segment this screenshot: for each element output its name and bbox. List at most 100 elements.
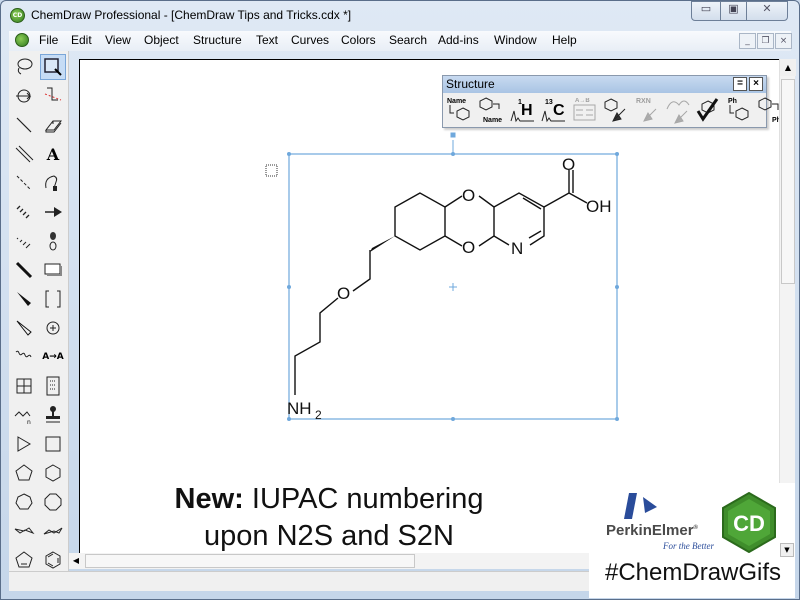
perkinelmer-tagline: For the Better [663,541,714,551]
structure-palette[interactable]: Structure = × Name Name 1H 13 C A→B RXN … [442,75,781,128]
circle-plus-icon [46,321,60,335]
clean-up-biopolymer-button[interactable] [663,95,692,125]
vertical-scroll-thumb[interactable] [781,79,795,284]
structure-to-name-button[interactable]: Name [477,95,506,125]
lasso-icon [17,58,33,75]
chair-1-tool[interactable] [11,518,37,544]
structure-palette-title-bar[interactable]: Structure = × [443,76,766,93]
brackets-tool[interactable] [40,286,66,312]
svg-text:CD: CD [733,511,765,536]
structure-perspective-tool[interactable] [11,83,37,109]
lasso-tool[interactable] [11,54,37,80]
clean-up-reaction-button[interactable]: RXN [632,95,661,125]
orbital-tool[interactable] [40,228,66,254]
eraser-icon [44,120,63,133]
pen-tool[interactable] [40,170,66,196]
chain-tool[interactable]: n [11,402,37,428]
svg-text:n: n [27,419,31,426]
menu-edit[interactable]: Edit [71,33,92,47]
solid-bond-tool[interactable] [11,112,37,138]
menu-window[interactable]: Window [494,33,537,47]
doc-minimize-button[interactable]: _ [739,33,756,49]
minimize-button[interactable]: ▭ [691,1,721,21]
doc-close-button[interactable]: × [775,33,792,49]
menu-curves[interactable]: Curves [291,33,329,47]
caption-line-2: upon N2S and S2N [204,520,454,552]
templates-tool[interactable] [40,402,66,428]
hashed-wedge-tool[interactable] [11,228,37,254]
chair-2-tool[interactable] [40,518,66,544]
horizontal-scroll-thumb[interactable] [85,554,415,568]
structure-tools: Name Name 1H 13 C A→B RXN Ph Ph [446,95,785,127]
hollow-wedge-tool[interactable] [11,315,37,341]
palette-close-button[interactable]: × [749,77,763,91]
document-icon[interactable] [15,33,29,47]
drawing-canvas[interactable]: O O N O OH O NH 2 [79,59,779,553]
cyclopentane-tool[interactable] [11,460,37,486]
molecule-drawing[interactable]: O O N O OH O NH 2 [80,60,780,554]
clean-reaction-icon: RXN [636,98,657,122]
check-structure-button[interactable] [694,95,723,125]
single-bond-icon [16,117,32,133]
cyclooctane-tool[interactable] [40,489,66,515]
horizontal-scrollbar[interactable]: ◀ [69,553,589,569]
reaction-table-button[interactable]: A→B [570,95,599,125]
marquee-tool[interactable] [40,54,66,80]
menu-structure[interactable]: Structure [193,33,242,47]
expand-label-button[interactable]: Ph [725,95,754,125]
scroll-up-button[interactable]: ▲ [780,59,796,76]
cycloheptane-tool[interactable] [11,489,37,515]
chair-conformation-alt-icon [43,527,63,535]
wavy-bond-tool[interactable] [11,344,37,370]
tlc-plate-tool[interactable] [40,373,66,399]
hashed-bond-tool[interactable] [11,199,37,225]
name-to-structure-button[interactable]: Name [446,95,475,125]
menu-object[interactable]: Object [144,33,179,47]
perkinelmer-logo-icon [624,493,657,519]
dashed-bond-icon [16,175,32,191]
scroll-left-button[interactable]: ◀ [69,553,83,569]
clean-structure-icon [604,98,626,122]
vertical-scrollbar[interactable]: ▲ [779,59,796,553]
scroll-down-button[interactable]: ▼ [780,543,794,557]
menu-text[interactable]: Text [256,33,278,47]
cyclobutane-tool[interactable] [40,431,66,457]
multiple-bond-tool[interactable] [11,141,37,167]
maximize-button[interactable]: ▣ [720,1,747,21]
palette-options-button[interactable]: = [733,77,747,91]
chemical-symbols-tool[interactable] [40,315,66,341]
eraser-tool[interactable] [40,112,66,138]
text-tool[interactable]: A [40,141,66,167]
arrow-tool[interactable] [40,199,66,225]
atom-n-pyridine: N [511,239,523,258]
wedge-bond-tool[interactable] [11,286,37,312]
app-window: CD ChemDraw Professional - [ChemDraw Tip… [0,0,800,600]
close-button[interactable]: ✕ [746,1,788,21]
selection-box[interactable] [288,132,618,420]
cyclopentadiene-tool[interactable] [11,547,37,573]
cyclohexane-tool[interactable] [40,460,66,486]
clean-up-structure-button[interactable] [601,95,630,125]
menu-view[interactable]: View [105,33,131,47]
benzene-tool[interactable] [40,547,66,573]
mass-fragmentation-tool[interactable] [40,83,66,109]
atom-map-tool[interactable]: A→A [40,344,66,370]
predict-13c-nmr-button[interactable]: 13 C [539,95,568,125]
table-tool[interactable] [11,373,37,399]
chemdraw-app-icon[interactable]: CD [10,8,25,23]
menu-add-ins[interactable]: Add-ins [438,33,479,47]
predict-1h-nmr-button[interactable]: 1H [508,95,537,125]
drawing-elements-tool[interactable] [40,257,66,283]
menu-help[interactable]: Help [552,33,577,47]
hashed-bond-icon [16,205,30,219]
menu-colors[interactable]: Colors [341,33,376,47]
wavy-bond-icon [15,350,32,358]
menu-search[interactable]: Search [389,33,427,47]
menu-file[interactable]: File [39,33,58,47]
bold-bond-tool[interactable] [11,257,37,283]
dashed-bond-tool[interactable] [11,170,37,196]
perkinelmer-wordmark: PerkinElmer® [606,522,698,539]
cyclopropane-tool[interactable] [11,431,37,457]
doc-restore-button[interactable]: ❐ [757,33,774,49]
expand-label-icon: Ph [728,98,749,121]
